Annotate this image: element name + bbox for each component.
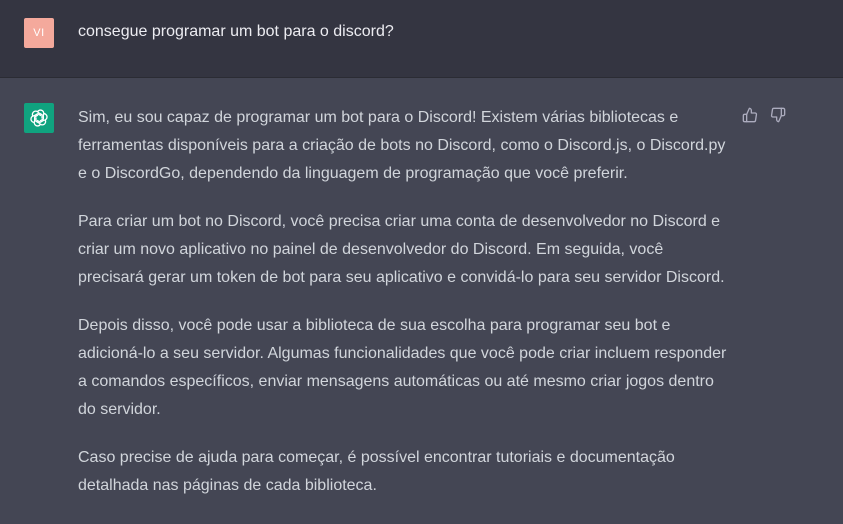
- thumbs-down-button[interactable]: [769, 106, 787, 124]
- assistant-message-row: Sim, eu sou capaz de programar um bot pa…: [0, 78, 843, 524]
- thumbs-up-button[interactable]: [741, 106, 759, 124]
- openai-logo-icon: [24, 103, 54, 133]
- user-avatar-initials: VI: [33, 27, 45, 39]
- user-message-row: VI consegue programar um bot para o disc…: [0, 0, 843, 78]
- user-avatar: VI: [24, 18, 54, 48]
- answer-paragraph: Depois disso, você pode usar a bibliotec…: [78, 317, 727, 418]
- answer-paragraph: Para criar um bot no Discord, você preci…: [78, 213, 725, 286]
- feedback-buttons: [741, 106, 787, 124]
- thumbs-down-icon: [770, 107, 786, 123]
- assistant-message-text: Sim, eu sou capaz de programar um bot pa…: [78, 104, 733, 520]
- thumbs-up-icon: [742, 107, 758, 123]
- user-message-text: consegue programar um bot para o discord…: [78, 23, 394, 40]
- answer-paragraph: Sim, eu sou capaz de programar um bot pa…: [78, 109, 726, 182]
- chat-page: VI consegue programar um bot para o disc…: [0, 0, 843, 524]
- answer-paragraph: Caso precise de ajuda para começar, é po…: [78, 449, 675, 494]
